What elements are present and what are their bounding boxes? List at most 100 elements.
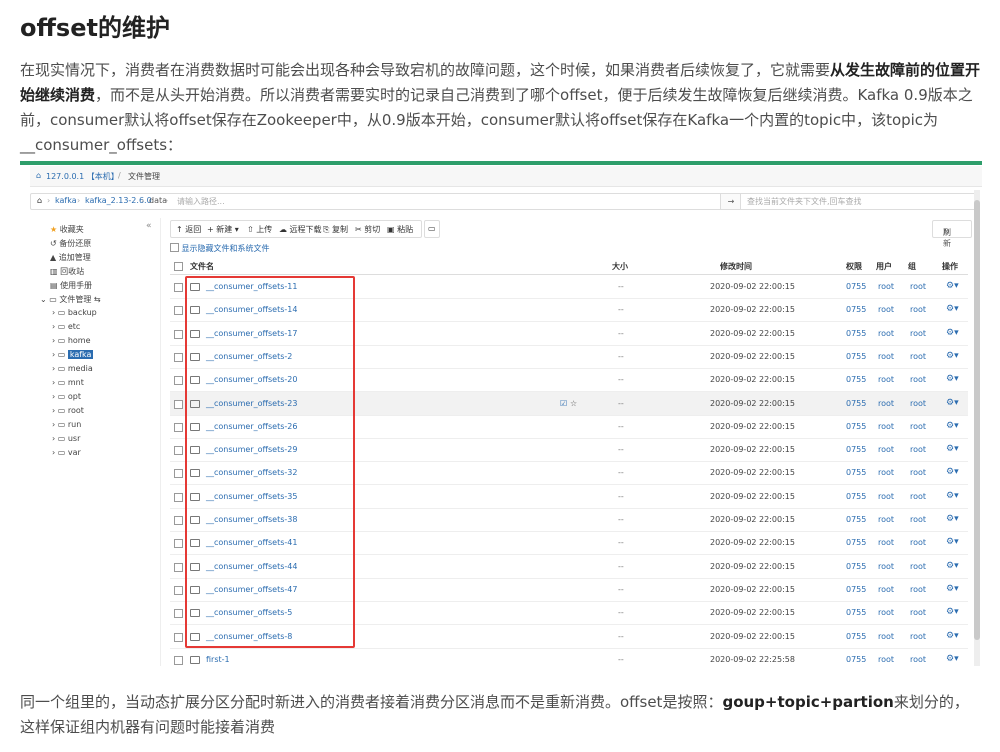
file-perm[interactable]: 0755 (846, 562, 866, 571)
gear-icon[interactable]: ⚙▾ (946, 444, 959, 454)
sidebar-item-manual[interactable]: ▤ 使用手册 (50, 280, 92, 291)
file-user[interactable]: root (878, 329, 894, 338)
file-user[interactable]: root (878, 562, 894, 571)
gear-icon[interactable]: ⚙▾ (946, 514, 959, 524)
row-checkbox[interactable] (174, 376, 183, 386)
new-button[interactable]: + 新建 ▾ (207, 224, 239, 235)
file-perm[interactable]: 0755 (846, 632, 866, 641)
row-checkbox[interactable] (174, 655, 183, 665)
file-perm[interactable]: 0755 (846, 608, 866, 617)
file-user[interactable]: root (878, 585, 894, 594)
file-group[interactable]: root (910, 538, 926, 547)
file-user[interactable]: root (878, 282, 894, 291)
row-checkbox[interactable] (174, 306, 183, 316)
gear-icon[interactable]: ⚙▾ (946, 351, 959, 361)
file-perm[interactable]: 0755 (846, 492, 866, 501)
gear-icon[interactable]: ⚙▾ (946, 304, 959, 314)
gear-icon[interactable]: ⚙▾ (946, 491, 959, 501)
copy-button[interactable]: ⎘ 复制 (323, 224, 348, 235)
gear-icon[interactable]: ⚙▾ (946, 561, 959, 571)
file-group[interactable]: root (910, 445, 926, 454)
edit-icon[interactable]: ☑ (560, 399, 567, 408)
file-group[interactable]: root (910, 608, 926, 617)
scrollbar-thumb[interactable] (974, 200, 980, 640)
row-checkbox[interactable] (174, 609, 183, 619)
file-perm[interactable]: 0755 (846, 655, 866, 664)
file-group[interactable]: root (910, 492, 926, 501)
row-checkbox[interactable] (174, 399, 183, 409)
file-user[interactable]: root (878, 375, 894, 384)
upload-button[interactable]: ⇧ 上传 (247, 224, 272, 235)
file-user[interactable]: root (878, 445, 894, 454)
gear-icon[interactable]: ⚙▾ (946, 281, 959, 291)
file-user[interactable]: root (878, 399, 894, 408)
sidebar-dir[interactable]: › ▭ backup (52, 308, 97, 317)
gear-icon[interactable]: ⚙▾ (946, 467, 959, 477)
file-perm[interactable]: 0755 (846, 282, 866, 291)
search-input[interactable]: 查找当前文件夹下文件,回车查找 (740, 193, 980, 210)
row-checkbox[interactable] (174, 352, 183, 362)
sidebar-dir[interactable]: › ▭ run (52, 420, 81, 429)
row-checkbox[interactable] (174, 469, 183, 479)
file-perm[interactable]: 0755 (846, 352, 866, 361)
file-perm[interactable]: 0755 (846, 305, 866, 314)
collapse-icon[interactable]: « (146, 221, 152, 231)
row-checkbox[interactable] (174, 422, 183, 432)
go-button[interactable]: → (720, 193, 742, 210)
gear-icon[interactable]: ⚙▾ (946, 607, 959, 617)
gear-icon[interactable]: ⚙▾ (946, 421, 959, 431)
file-user[interactable]: root (878, 515, 894, 524)
row-checkbox[interactable] (174, 539, 183, 549)
file-perm[interactable]: 0755 (846, 585, 866, 594)
file-group[interactable]: root (910, 305, 926, 314)
star-icon[interactable]: ☆ (570, 399, 577, 408)
file-group[interactable]: root (910, 329, 926, 338)
file-group[interactable]: root (910, 515, 926, 524)
gear-icon[interactable]: ⚙▾ (946, 631, 959, 641)
table-row[interactable]: first-1 -- 2020-09-02 22:25:58 0755 root root… (170, 648, 968, 666)
gear-icon[interactable]: ⚙▾ (946, 654, 959, 664)
sidebar-dir[interactable]: › ▭ root (52, 406, 84, 415)
breadcrumb-item[interactable]: kafka (55, 196, 77, 205)
cut-button[interactable]: ✂ 剪切 (355, 224, 380, 235)
file-group[interactable]: root (910, 352, 926, 361)
file-group[interactable]: root (910, 632, 926, 641)
file-user[interactable]: root (878, 538, 894, 547)
sidebar-dir[interactable]: › ▭ usr (52, 434, 80, 443)
file-perm[interactable]: 0755 (846, 399, 866, 408)
breadcrumb[interactable]: ⌂ › kafka › kafka_2.13-2.6.0 › data › 请输… (30, 193, 722, 210)
file-group[interactable]: root (910, 562, 926, 571)
home-icon[interactable]: ⌂ (37, 196, 42, 205)
row-checkbox[interactable] (174, 585, 183, 595)
file-perm[interactable]: 0755 (846, 375, 866, 384)
gear-icon[interactable]: ⚙▾ (946, 374, 959, 384)
file-perm[interactable]: 0755 (846, 538, 866, 547)
sidebar-dir[interactable]: › ▭ var (52, 448, 81, 457)
file-user[interactable]: root (878, 422, 894, 431)
sidebar-dir[interactable]: › ▭ media (52, 364, 93, 373)
row-checkbox[interactable] (174, 632, 183, 642)
sidebar-dir[interactable]: › ▭ etc (52, 322, 80, 331)
gear-icon[interactable]: ⚙▾ (946, 584, 959, 594)
row-checkbox[interactable] (174, 329, 183, 339)
row-checkbox[interactable] (174, 516, 183, 525)
row-checkbox[interactable] (174, 283, 183, 292)
file-group[interactable]: root (910, 585, 926, 594)
gear-icon[interactable]: ⚙▾ (946, 398, 959, 408)
file-group[interactable]: root (910, 655, 926, 664)
gear-icon[interactable]: ⚙▾ (946, 537, 959, 547)
column-name[interactable]: 文件名 (190, 261, 214, 272)
refresh-button[interactable]: ↻ 刷新 (932, 220, 972, 248)
file-perm[interactable]: 0755 (846, 468, 866, 477)
file-perm[interactable]: 0755 (846, 422, 866, 431)
sidebar-item-append[interactable]: ▲ 追加管理 (50, 252, 91, 263)
sidebar-item-recycle-bin[interactable]: ▥ 回收站 (50, 266, 84, 277)
path-input[interactable]: 请输入路径... (177, 196, 225, 207)
sidebar-item-favorites[interactable]: ★ 收藏夹 (50, 224, 84, 235)
file-user[interactable]: root (878, 632, 894, 641)
remote-download-button[interactable]: ☁ 远程下载 (279, 224, 322, 235)
file-name[interactable]: first-1 (206, 655, 230, 664)
file-user[interactable]: root (878, 492, 894, 501)
column-size[interactable]: 大小 (612, 261, 628, 272)
show-hidden-option[interactable]: 显示隐藏文件和系统文件 (170, 242, 270, 254)
